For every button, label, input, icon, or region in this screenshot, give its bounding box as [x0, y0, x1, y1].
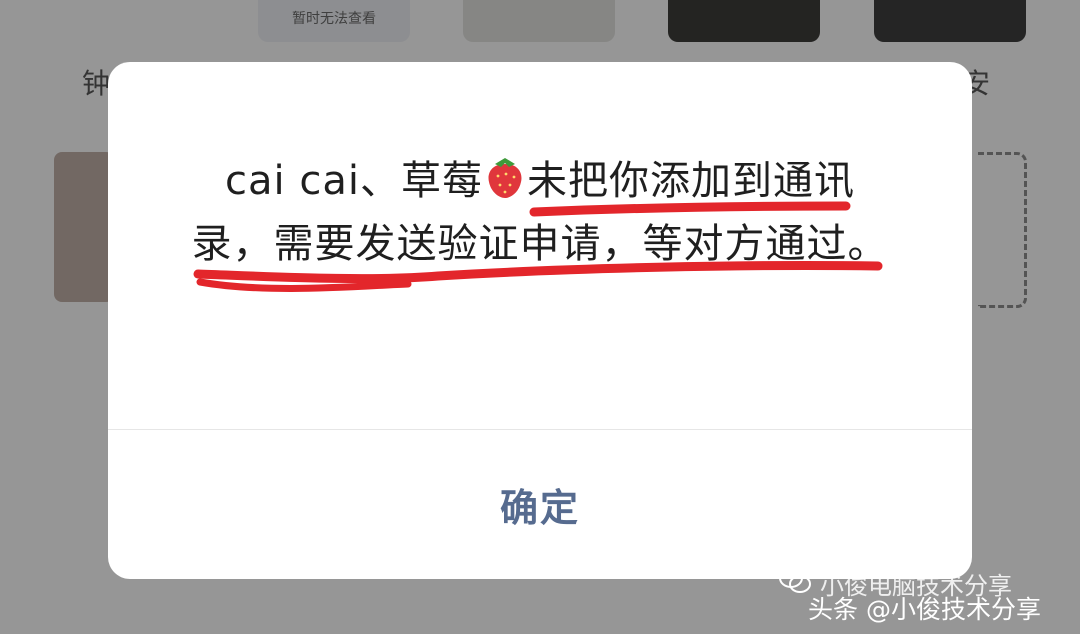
- message-prefix: cai cai、草莓: [225, 158, 483, 204]
- strawberry-icon: [488, 158, 522, 198]
- alert-dialog: cai cai、草莓 未把你添加到通讯录，需要发送验证申请，等对方通过。 确定: [108, 62, 972, 579]
- confirm-button[interactable]: 确定: [108, 430, 972, 579]
- dialog-message: cai cai、草莓 未把你添加到通讯录，需要发送验证申请，等对方通过。: [188, 150, 892, 276]
- watermark-source: 头条 @小俊技术分享: [808, 595, 1041, 624]
- wechat-icon: [779, 568, 811, 593]
